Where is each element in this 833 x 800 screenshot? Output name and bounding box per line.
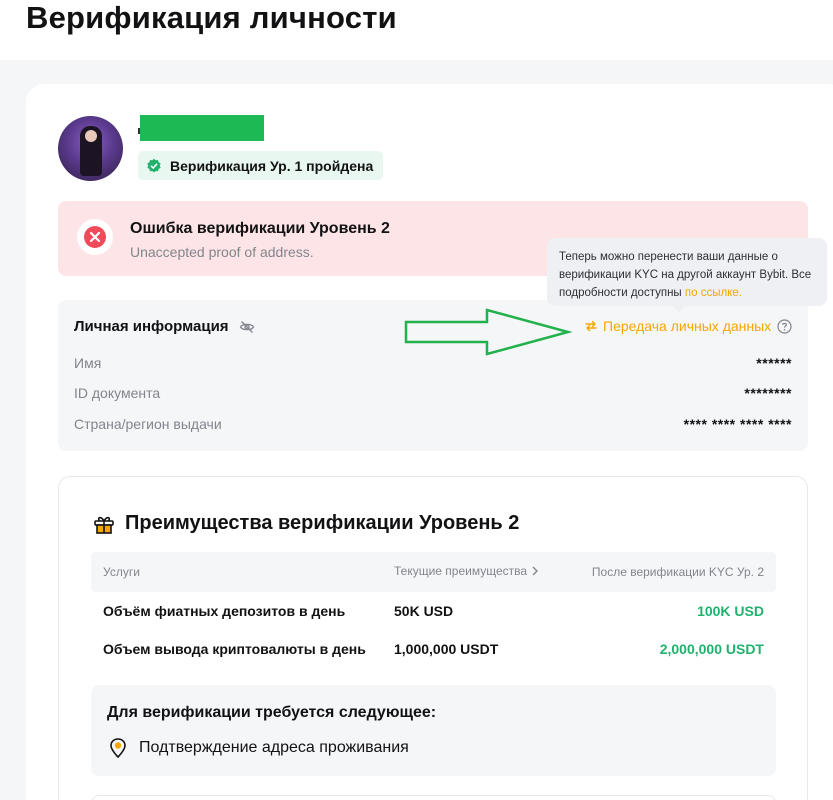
personal-info-title-text: Личная информация [74,318,229,335]
requirements-box: Для верификации требуется следующее: Под… [91,685,776,776]
gift-icon [94,516,114,534]
row-current: 1,000,000 USDT [394,641,499,657]
help-icon[interactable] [777,319,792,334]
table-row: Объём фиатных депозитов в день 50K USD 1… [91,593,776,629]
next-section-edge [91,795,776,800]
location-pin-icon [110,738,126,758]
benefits-table-header: Услуги Текущие преимущества После верифи… [91,552,776,592]
info-label-country: Страна/регион выдачи [74,416,222,432]
info-value-country: **** **** **** **** [683,416,792,432]
avatar-face [85,130,97,142]
chevron-right-icon [532,566,539,576]
transfer-data-label: Передача личных данных [603,318,772,334]
info-value-document-id: ******** [744,385,792,401]
error-title: Ошибка верификации Уровень 2 [130,220,390,237]
close-icon [77,219,113,255]
tooltip-arrow [672,305,686,312]
row-label: Объем вывода криптовалюты в день [103,641,366,657]
avatar[interactable] [58,116,123,181]
requirements-title: Для верификации требуется следующее: [107,704,437,721]
kyc-transfer-tooltip: Теперь можно перенести ваши данные о вер… [547,238,827,306]
benefits-title-text: Преимущества верификации Уровень 2 [125,512,520,534]
verified-badge: Верификация Ур. 1 пройдена [138,151,384,180]
table-row: Объем вывода криптовалюты в день 1,000,0… [91,631,776,667]
error-subtitle: Unaccepted proof of address. [130,244,314,260]
requirement-item-address: Подтверждение адреса проживания [109,738,409,758]
header-after-verification: После верификации KYC Ур. 2 [591,565,764,579]
page-title: Верификация личности [26,0,397,35]
row-after: 100K USD [697,603,764,619]
info-label-document-id: ID документа [74,385,161,401]
transfer-data-link[interactable]: Передача личных данных [584,318,771,334]
annotation-arrow-icon [404,308,573,356]
tooltip-link[interactable]: по ссылке. [685,287,742,299]
header-services: Услуги [103,565,140,579]
check-icon [147,158,161,172]
username-redaction [140,115,264,141]
info-value-name: ****** [756,355,792,371]
benefits-card: Преимущества верификации Уровень 2 Услуг… [58,476,808,800]
requirement-item-label: Подтверждение адреса проживания [139,739,409,756]
row-after: 2,000,000 USDT [659,641,764,657]
row-label: Объём фиатных депозитов в день [103,603,346,619]
header-current-benefits-label: Текущие преимущества [394,564,528,578]
header-current-benefits[interactable]: Текущие преимущества [394,564,539,578]
benefits-title: Преимущества верификации Уровень 2 [93,512,519,535]
info-label-name: Имя [74,355,102,371]
row-current: 50K USD [394,603,454,619]
swap-icon [585,320,597,332]
verified-badge-label: Верификация Ур. 1 пройдена [170,157,374,174]
personal-info-title: Личная информация [74,318,255,335]
eye-slash-icon[interactable] [239,319,255,335]
